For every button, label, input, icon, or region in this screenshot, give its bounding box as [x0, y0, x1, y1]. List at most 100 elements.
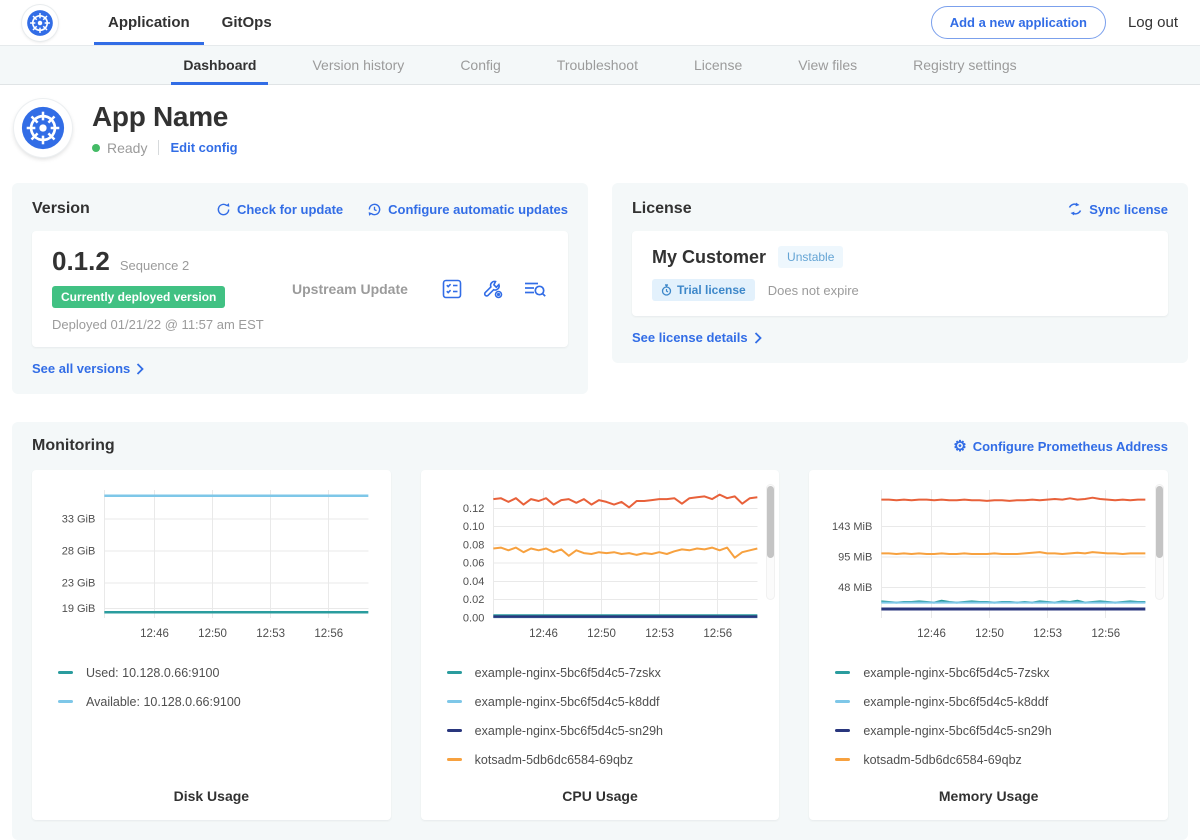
- subnav-registry-settings[interactable]: Registry settings: [885, 46, 1044, 84]
- svg-text:0.12: 0.12: [463, 503, 484, 515]
- legend-scrollbar-track[interactable]: [1155, 484, 1164, 600]
- currently-deployed-badge: Currently deployed version: [52, 286, 225, 308]
- legend-scrollbar-thumb[interactable]: [1156, 486, 1163, 558]
- svg-text:23 GiB: 23 GiB: [62, 577, 96, 589]
- clock-refresh-icon: [367, 202, 382, 217]
- configure-prometheus-link[interactable]: ⚙ Configure Prometheus Address: [953, 439, 1168, 454]
- refresh-icon: [216, 202, 231, 217]
- topnav-right: Add a new application Log out: [931, 6, 1200, 39]
- legend-item: example-nginx-5bc6f5d4c5-sn29h: [447, 716, 770, 745]
- svg-text:12:56: 12:56: [703, 628, 732, 640]
- legend-item: example-nginx-5bc6f5d4c5-7zskx: [447, 658, 770, 687]
- current-version-box: 0.1.2 Sequence 2 Currently deployed vers…: [32, 231, 568, 347]
- channel-badge: Unstable: [778, 246, 843, 268]
- legend-label: example-nginx-5bc6f5d4c5-sn29h: [863, 724, 1051, 738]
- legend-scrollbar-track[interactable]: [766, 484, 775, 600]
- disk-usage-chart: 19 GiB23 GiB28 GiB33 GiB12:4612:5012:531…: [42, 482, 381, 644]
- legend-label: kotsadm-5db6dc6584-69qbz: [475, 753, 633, 767]
- kubernetes-wheel-icon: [26, 9, 54, 37]
- see-all-versions-label: See all versions: [32, 361, 130, 376]
- legend-color-dash: [835, 758, 850, 761]
- charts-row: 19 GiB 23 GiB 28 GiB 33 GiB 12:46 12:50 12:53 1…: [32, 470, 1168, 820]
- check-for-update-label: Check for update: [237, 202, 343, 217]
- kubernetes-wheel-icon: [20, 105, 66, 151]
- stopwatch-icon: [661, 284, 672, 296]
- status-text: Ready: [107, 140, 147, 156]
- version-source-label: Upstream Update: [292, 281, 440, 297]
- sync-license-label: Sync license: [1089, 202, 1168, 217]
- svg-text:12:46: 12:46: [529, 628, 558, 640]
- subnav-version-history[interactable]: Version history: [284, 46, 432, 84]
- svg-text:0.10: 0.10: [463, 521, 484, 533]
- preflight-checks-icon[interactable]: [440, 277, 464, 301]
- legend-label: Used: 10.128.0.66:9100: [86, 666, 219, 680]
- legend-color-dash: [447, 758, 462, 761]
- trial-license-badge: Trial license: [652, 279, 755, 301]
- legend-label: example-nginx-5bc6f5d4c5-7zskx: [863, 666, 1049, 680]
- svg-text:28 GiB: 28 GiB: [62, 545, 96, 557]
- divider: [158, 140, 159, 155]
- monitoring-section: Monitoring ⚙ Configure Prometheus Addres…: [12, 422, 1188, 840]
- see-license-details-link[interactable]: See license details: [632, 330, 762, 345]
- license-card: License Sync license My Customer Unstabl…: [612, 183, 1188, 363]
- version-card-title: Version: [32, 200, 90, 218]
- tab-gitops[interactable]: GitOps: [206, 0, 288, 45]
- subnav-troubleshoot[interactable]: Troubleshoot: [529, 46, 666, 84]
- chart-title: Disk Usage: [42, 788, 381, 804]
- license-expiry: Does not expire: [768, 283, 859, 298]
- legend-color-dash: [447, 729, 462, 732]
- svg-text:0.04: 0.04: [463, 576, 484, 588]
- legend-label: kotsadm-5db6dc6584-69qbz: [863, 753, 1021, 767]
- subnav-config[interactable]: Config: [432, 46, 528, 84]
- version-card: Version Check for update Configure au: [12, 183, 588, 394]
- legend-scrollbar-thumb[interactable]: [767, 486, 774, 558]
- legend-item: example-nginx-5bc6f5d4c5-k8ddf: [447, 687, 770, 716]
- svg-text:0.08: 0.08: [463, 539, 484, 551]
- svg-text:33 GiB: 33 GiB: [62, 513, 96, 525]
- logout-button[interactable]: Log out: [1128, 14, 1178, 31]
- topnav-tabs: Application GitOps: [92, 0, 288, 45]
- view-diff-icon[interactable]: [522, 277, 548, 301]
- check-for-update-link[interactable]: Check for update: [216, 202, 343, 217]
- legend-item: Available: 10.128.0.66:9100: [58, 687, 381, 716]
- trial-license-label: Trial license: [677, 283, 746, 297]
- customer-name: My Customer: [652, 247, 766, 268]
- sub-nav: Dashboard Version history Config Trouble…: [0, 45, 1200, 85]
- legend-color-dash: [447, 671, 462, 674]
- svg-text:19 GiB: 19 GiB: [62, 603, 96, 615]
- cpu-usage-card: 0.000.020.040.060.080.100.1212:4612:5012…: [421, 470, 780, 820]
- chart-title: Memory Usage: [819, 788, 1158, 804]
- legend-label: example-nginx-5bc6f5d4c5-7zskx: [475, 666, 661, 680]
- app-header: App Name Ready Edit config: [0, 85, 1200, 173]
- svg-text:12:46: 12:46: [917, 628, 946, 640]
- deployed-timestamp: Deployed 01/21/22 @ 11:57 am EST: [52, 317, 292, 332]
- svg-text:0.06: 0.06: [463, 558, 484, 570]
- svg-text:0.00: 0.00: [463, 613, 484, 625]
- kubernetes-logo-icon[interactable]: [22, 5, 58, 41]
- legend-color-dash: [835, 671, 850, 674]
- svg-text:12:56: 12:56: [314, 628, 343, 640]
- svg-text:12:50: 12:50: [198, 628, 227, 640]
- configure-automatic-updates-link[interactable]: Configure automatic updates: [367, 202, 568, 217]
- svg-text:12:53: 12:53: [645, 628, 674, 640]
- edit-config-link[interactable]: Edit config: [170, 140, 237, 155]
- svg-text:143 MiB: 143 MiB: [832, 521, 872, 533]
- subnav-license[interactable]: License: [666, 46, 770, 84]
- subnav-dashboard[interactable]: Dashboard: [155, 46, 284, 84]
- sync-license-link[interactable]: Sync license: [1067, 202, 1168, 217]
- page-title: App Name: [92, 101, 238, 133]
- see-all-versions-link[interactable]: See all versions: [32, 361, 144, 376]
- svg-text:12:46: 12:46: [140, 628, 169, 640]
- subnav-view-files[interactable]: View files: [770, 46, 885, 84]
- legend-label: example-nginx-5bc6f5d4c5-k8ddf: [863, 695, 1048, 709]
- legend-item: Used: 10.128.0.66:9100: [58, 658, 381, 687]
- legend-item: kotsadm-5db6dc6584-69qbz: [447, 745, 770, 774]
- tab-application[interactable]: Application: [92, 0, 206, 45]
- legend-color-dash: [58, 700, 73, 703]
- chevron-right-icon: [754, 332, 762, 344]
- config-wrench-icon[interactable]: [481, 277, 505, 301]
- cpu-usage-legend: example-nginx-5bc6f5d4c5-7zskx example-ng…: [447, 658, 770, 780]
- add-application-button[interactable]: Add a new application: [931, 6, 1106, 39]
- svg-text:12:53: 12:53: [1034, 628, 1063, 640]
- app-icon: [14, 99, 72, 157]
